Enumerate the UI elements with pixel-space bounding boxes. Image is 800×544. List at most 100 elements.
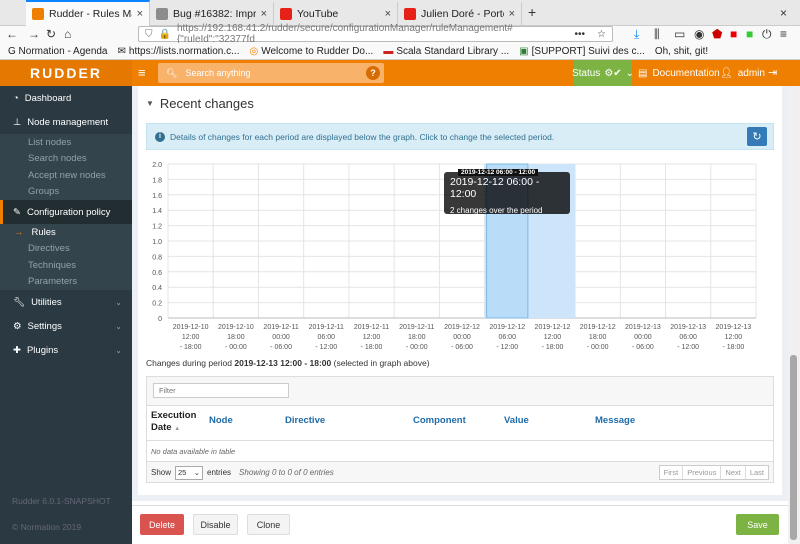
bookmark-oh-shit-git[interactable]: Oh, shit, git!: [655, 46, 708, 57]
sidebar-item-dashboard[interactable]: ◔ Dashboard: [0, 86, 132, 110]
column-execution-date[interactable]: Execution Date ▲: [151, 410, 201, 435]
filter-input[interactable]: [153, 383, 289, 398]
sidebar-item-accept-new-nodes[interactable]: Accept new nodes: [0, 167, 132, 184]
refresh-button[interactable]: ↻: [747, 127, 767, 146]
x-tick-label: - 12:00: [496, 344, 518, 351]
close-tab-icon[interactable]: ×: [385, 8, 391, 20]
close-window-button[interactable]: ×: [780, 6, 787, 20]
chart-x-ticks: 2019-12-10 12:00 - 18:00 2019-12-10 18:00 - 0…: [173, 324, 752, 351]
bookmark-rudder-doc[interactable]: ◎ Welcome to Rudder Do...: [250, 46, 374, 57]
selected-period-value: 2019-12-13 12:00 - 18:00: [234, 358, 332, 368]
rudder-logo[interactable]: RUDDER: [0, 60, 132, 86]
user-menu[interactable]: 👤︎ admin: [720, 60, 765, 86]
help-icon[interactable]: ?: [366, 66, 380, 80]
column-value[interactable]: Value: [504, 415, 529, 426]
y-tick-label: 1.6: [152, 193, 162, 200]
column-component[interactable]: Component: [413, 415, 466, 426]
chevron-down-icon: ⌄: [193, 468, 201, 477]
table-footer: Show 25 ⌄ entries Showing 0 to 0 of 0 en…: [147, 463, 773, 482]
scrollbar-thumb[interactable]: [790, 355, 797, 540]
y-tick-label: 0.8: [152, 254, 162, 261]
search-icon: 🔍︎: [166, 67, 178, 78]
sidebar-item-settings[interactable]: ⚙ Settings ⌄: [0, 314, 132, 338]
page-length-select[interactable]: 25 ⌄: [175, 465, 204, 480]
sidebar-item-parameters[interactable]: Parameters: [0, 273, 132, 290]
sidebar-item-directives[interactable]: Directives: [0, 240, 132, 257]
star-icon[interactable]: ☆: [597, 29, 606, 40]
sidebar-item-configuration-policy[interactable]: ✎ Configuration policy: [0, 200, 132, 224]
logout-icon[interactable]: ⇥: [768, 66, 777, 79]
library-icon[interactable]: ⫼: [654, 27, 660, 42]
info-text: Details of changes for each period are d…: [170, 131, 555, 142]
column-node[interactable]: Node: [209, 415, 233, 426]
home-icon[interactable]: ⌂: [64, 27, 71, 41]
url-bar[interactable]: ⛉ 🔒 https://192.168.41.2/rudder/secure/c…: [138, 23, 613, 45]
status-check-icon: ⚙✔: [604, 67, 622, 79]
power-icon[interactable]: ⏻: [762, 27, 772, 42]
ublock-icon[interactable]: ⬟: [712, 27, 722, 41]
tab-rudder[interactable]: Rudder - Rules Managem ×: [26, 0, 150, 26]
disable-button[interactable]: Disable: [193, 514, 238, 535]
search-input[interactable]: [185, 68, 358, 78]
sidebar-item-utilities[interactable]: 🔧︎ Utilities ⌄: [0, 290, 132, 314]
bookmark-support[interactable]: ▣ [SUPPORT] Suivi des c...: [519, 46, 645, 57]
x-tick-label: 00:00: [634, 334, 652, 341]
menu-toggle-icon[interactable]: ≡: [138, 65, 146, 80]
sidebar-item-node-management[interactable]: ⊥ Node management: [0, 110, 132, 134]
reload-icon[interactable]: ↻: [46, 27, 56, 41]
app-version: Rudder 6.0.1-SNAPSHOT: [12, 496, 111, 506]
sidebar-item-rules[interactable]: → Rules: [0, 224, 132, 241]
save-button[interactable]: Save: [736, 514, 779, 535]
back-icon[interactable]: ←: [6, 27, 18, 41]
sidebar-icon[interactable]: ▭: [674, 27, 685, 41]
sidebar-item-search-nodes[interactable]: Search nodes: [0, 150, 132, 167]
forward-icon[interactable]: →: [28, 27, 40, 41]
x-tick-label: 2019-12-13: [715, 324, 751, 331]
pager-first[interactable]: First: [660, 466, 684, 479]
rudder-icon: ◎: [249, 45, 259, 57]
global-search[interactable]: 🔍︎ ?: [158, 63, 384, 83]
pager-last[interactable]: Last: [746, 466, 768, 479]
extension-green-icon[interactable]: ■: [746, 27, 753, 41]
y-tick-label: 1.0: [152, 239, 162, 246]
close-tab-icon[interactable]: ×: [261, 8, 267, 20]
column-message[interactable]: Message: [595, 415, 635, 426]
page-actions-icon[interactable]: •••: [575, 29, 586, 40]
x-tick-label: 12:00: [363, 334, 381, 341]
close-tab-icon[interactable]: ×: [509, 8, 515, 20]
new-tab-button[interactable]: +: [528, 4, 536, 20]
extension-red-icon[interactable]: ■: [730, 27, 737, 41]
column-directive[interactable]: Directive: [285, 415, 325, 426]
x-tick-label: - 00:00: [587, 344, 609, 351]
sidebar-item-list-nodes[interactable]: List nodes: [0, 134, 132, 151]
section-toggle[interactable]: ▼ Recent changes: [146, 96, 254, 111]
rudder-favicon-icon: [32, 8, 44, 20]
x-tick-label: 06:00: [679, 334, 697, 341]
sidebar-item-plugins[interactable]: ✚ Plugins ⌄: [0, 338, 132, 362]
bookmark-scala[interactable]: ▬ Scala Standard Library ...: [383, 46, 509, 57]
documentation-link[interactable]: ▤ Documentation: [638, 60, 720, 86]
bookmark-normation-agenda[interactable]: G Normation - Agenda: [8, 46, 108, 57]
bookmark-lists[interactable]: ✉ https://lists.normation.c...: [118, 46, 240, 57]
delete-button[interactable]: Delete: [140, 514, 184, 535]
main-content: ▼ Recent changes i Details of changes fo…: [132, 86, 788, 501]
action-bar: Delete Disable Clone Save: [132, 505, 788, 544]
status-menu[interactable]: Status ⚙✔ ⌄: [572, 60, 634, 86]
sidebar-item-groups[interactable]: Groups: [0, 183, 132, 200]
puzzle-icon: ✚: [13, 344, 21, 356]
pencil-icon: ✎: [13, 206, 21, 218]
download-icon[interactable]: ⤓: [634, 27, 639, 42]
pager-next[interactable]: Next: [721, 466, 746, 479]
sidebar-item-techniques[interactable]: Techniques: [0, 257, 132, 274]
x-tick-label: - 12:00: [315, 344, 337, 351]
close-tab-icon[interactable]: ×: [137, 8, 143, 20]
extension-icon[interactable]: ◉: [694, 27, 704, 41]
clone-button[interactable]: Clone: [247, 514, 290, 535]
pager-previous[interactable]: Previous: [683, 466, 722, 479]
x-tick-label: 2019-12-11: [309, 324, 344, 331]
shield-icon: ⛉: [145, 28, 153, 40]
sort-asc-icon: ▲: [174, 426, 181, 432]
x-tick-label: - 18:00: [180, 344, 202, 351]
y-tick-label: 0: [158, 316, 162, 323]
hamburger-menu-icon[interactable]: ≡: [780, 27, 787, 41]
